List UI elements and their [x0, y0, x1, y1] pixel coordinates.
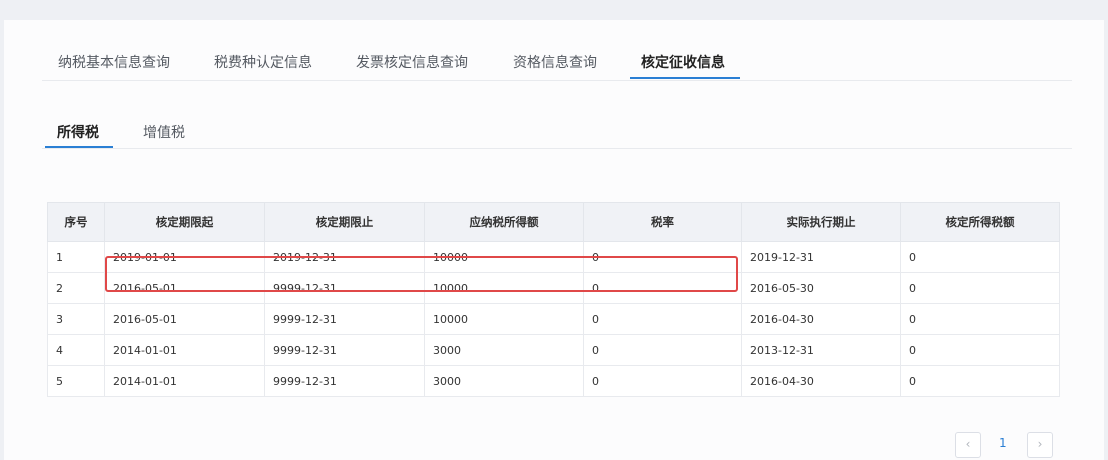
cell-taxable-income: 10000 [424, 272, 584, 304]
cell-tax-rate: 0 [583, 241, 742, 273]
header-period-start: 核定期限起 [104, 202, 265, 242]
cell-assessed-tax: 0 [900, 303, 1060, 335]
current-page-number[interactable]: 1 [999, 436, 1007, 450]
tab-assessed-collection-info[interactable]: 核定征收信息 [641, 52, 725, 72]
cell-taxable-income: 10000 [424, 303, 584, 335]
top-tab-bar: 纳税基本信息查询 税费种认定信息 发票核定信息查询 资格信息查询 核定征收信息 [42, 48, 1072, 81]
cell-tax-rate: 0 [583, 334, 742, 366]
subtab-vat[interactable]: 增值税 [143, 122, 185, 142]
cell-actual-end: 2013-12-31 [741, 334, 901, 366]
header-assessed-tax: 核定所得税额 [900, 202, 1060, 242]
subtab-income-tax[interactable]: 所得税 [57, 122, 99, 142]
cell-period-start: 2016-05-01 [104, 303, 265, 335]
cell-index: 1 [47, 241, 105, 273]
table-row[interactable]: 4 2014-01-01 9999-12-31 3000 0 2013-12-3… [47, 334, 1060, 366]
cell-actual-end: 2019-12-31 [741, 241, 901, 273]
table-row[interactable]: 2 2016-05-01 9999-12-31 10000 0 2016-05-… [47, 272, 1060, 304]
cell-index: 5 [47, 365, 105, 397]
cell-period-end: 9999-12-31 [264, 334, 425, 366]
cell-taxable-income: 3000 [424, 365, 584, 397]
assessment-table: 序号 核定期限起 核定期限止 应纳税所得额 税率 实际执行期止 核定所得税额 1… [47, 202, 1060, 397]
table-row[interactable]: 3 2016-05-01 9999-12-31 10000 0 2016-04-… [47, 303, 1060, 335]
cell-assessed-tax: 0 [900, 365, 1060, 397]
table-row[interactable]: 1 2019-01-01 2019-12-31 10000 0 2019-12-… [47, 241, 1060, 273]
cell-period-start: 2014-01-01 [104, 334, 265, 366]
cell-period-end: 9999-12-31 [264, 303, 425, 335]
tab-invoice-approval-query[interactable]: 发票核定信息查询 [356, 52, 468, 72]
cell-assessed-tax: 0 [900, 241, 1060, 273]
header-actual-end: 实际执行期止 [741, 202, 901, 242]
cell-period-end: 9999-12-31 [264, 365, 425, 397]
active-tab-indicator [630, 77, 740, 79]
cell-period-end: 2019-12-31 [264, 241, 425, 273]
cell-period-start: 2019-01-01 [104, 241, 265, 273]
cell-period-start: 2014-01-01 [104, 365, 265, 397]
sub-tab-bar: 所得税 增值税 [42, 120, 1072, 149]
prev-page-button[interactable]: ‹ [955, 432, 981, 458]
header-tax-rate: 税率 [583, 202, 742, 242]
cell-index: 3 [47, 303, 105, 335]
cell-taxable-income: 3000 [424, 334, 584, 366]
cell-tax-rate: 0 [583, 303, 742, 335]
cell-index: 2 [47, 272, 105, 304]
cell-period-end: 9999-12-31 [264, 272, 425, 304]
tab-tax-type-identification[interactable]: 税费种认定信息 [214, 52, 312, 72]
cell-assessed-tax: 0 [900, 334, 1060, 366]
tab-taxpayer-basic-info[interactable]: 纳税基本信息查询 [58, 52, 170, 72]
cell-taxable-income: 10000 [424, 241, 584, 273]
active-subtab-indicator [45, 146, 113, 148]
cell-tax-rate: 0 [583, 272, 742, 304]
header-taxable-income: 应纳税所得额 [424, 202, 584, 242]
cell-assessed-tax: 0 [900, 272, 1060, 304]
table-header-row: 序号 核定期限起 核定期限止 应纳税所得额 税率 实际执行期止 核定所得税额 [47, 202, 1060, 242]
cell-actual-end: 2016-04-30 [741, 365, 901, 397]
cell-period-start: 2016-05-01 [104, 272, 265, 304]
cell-tax-rate: 0 [583, 365, 742, 397]
table-row[interactable]: 5 2014-01-01 9999-12-31 3000 0 2016-04-3… [47, 365, 1060, 397]
cell-actual-end: 2016-04-30 [741, 303, 901, 335]
next-page-button[interactable]: › [1027, 432, 1053, 458]
tab-qualification-query[interactable]: 资格信息查询 [513, 52, 597, 72]
cell-actual-end: 2016-05-30 [741, 272, 901, 304]
cell-index: 4 [47, 334, 105, 366]
header-index: 序号 [47, 202, 105, 242]
header-period-end: 核定期限止 [264, 202, 425, 242]
